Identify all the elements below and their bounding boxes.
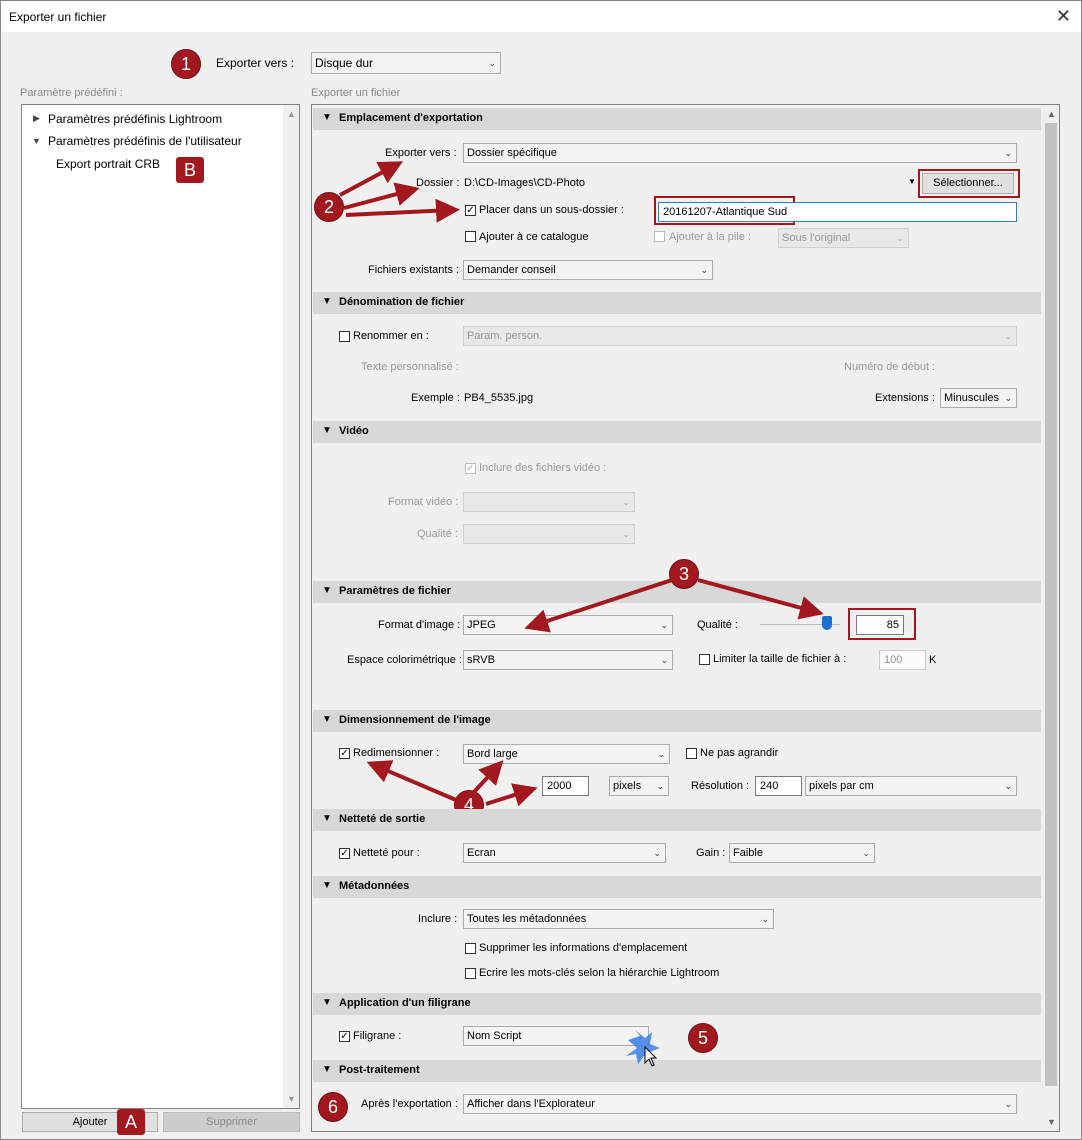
arrow-2-c	[345, 198, 460, 223]
arrow-4-b	[472, 760, 504, 794]
arrow-4-a	[366, 760, 457, 802]
arrow-2-a	[339, 161, 404, 197]
annotation-arrows	[339, 161, 824, 1067]
arrow-4-c	[485, 783, 538, 807]
mouse-cursor-icon	[626, 1030, 660, 1067]
arrow-2-b	[343, 182, 420, 210]
arrow-3-a	[524, 578, 673, 633]
arrow-3-b	[697, 578, 824, 620]
